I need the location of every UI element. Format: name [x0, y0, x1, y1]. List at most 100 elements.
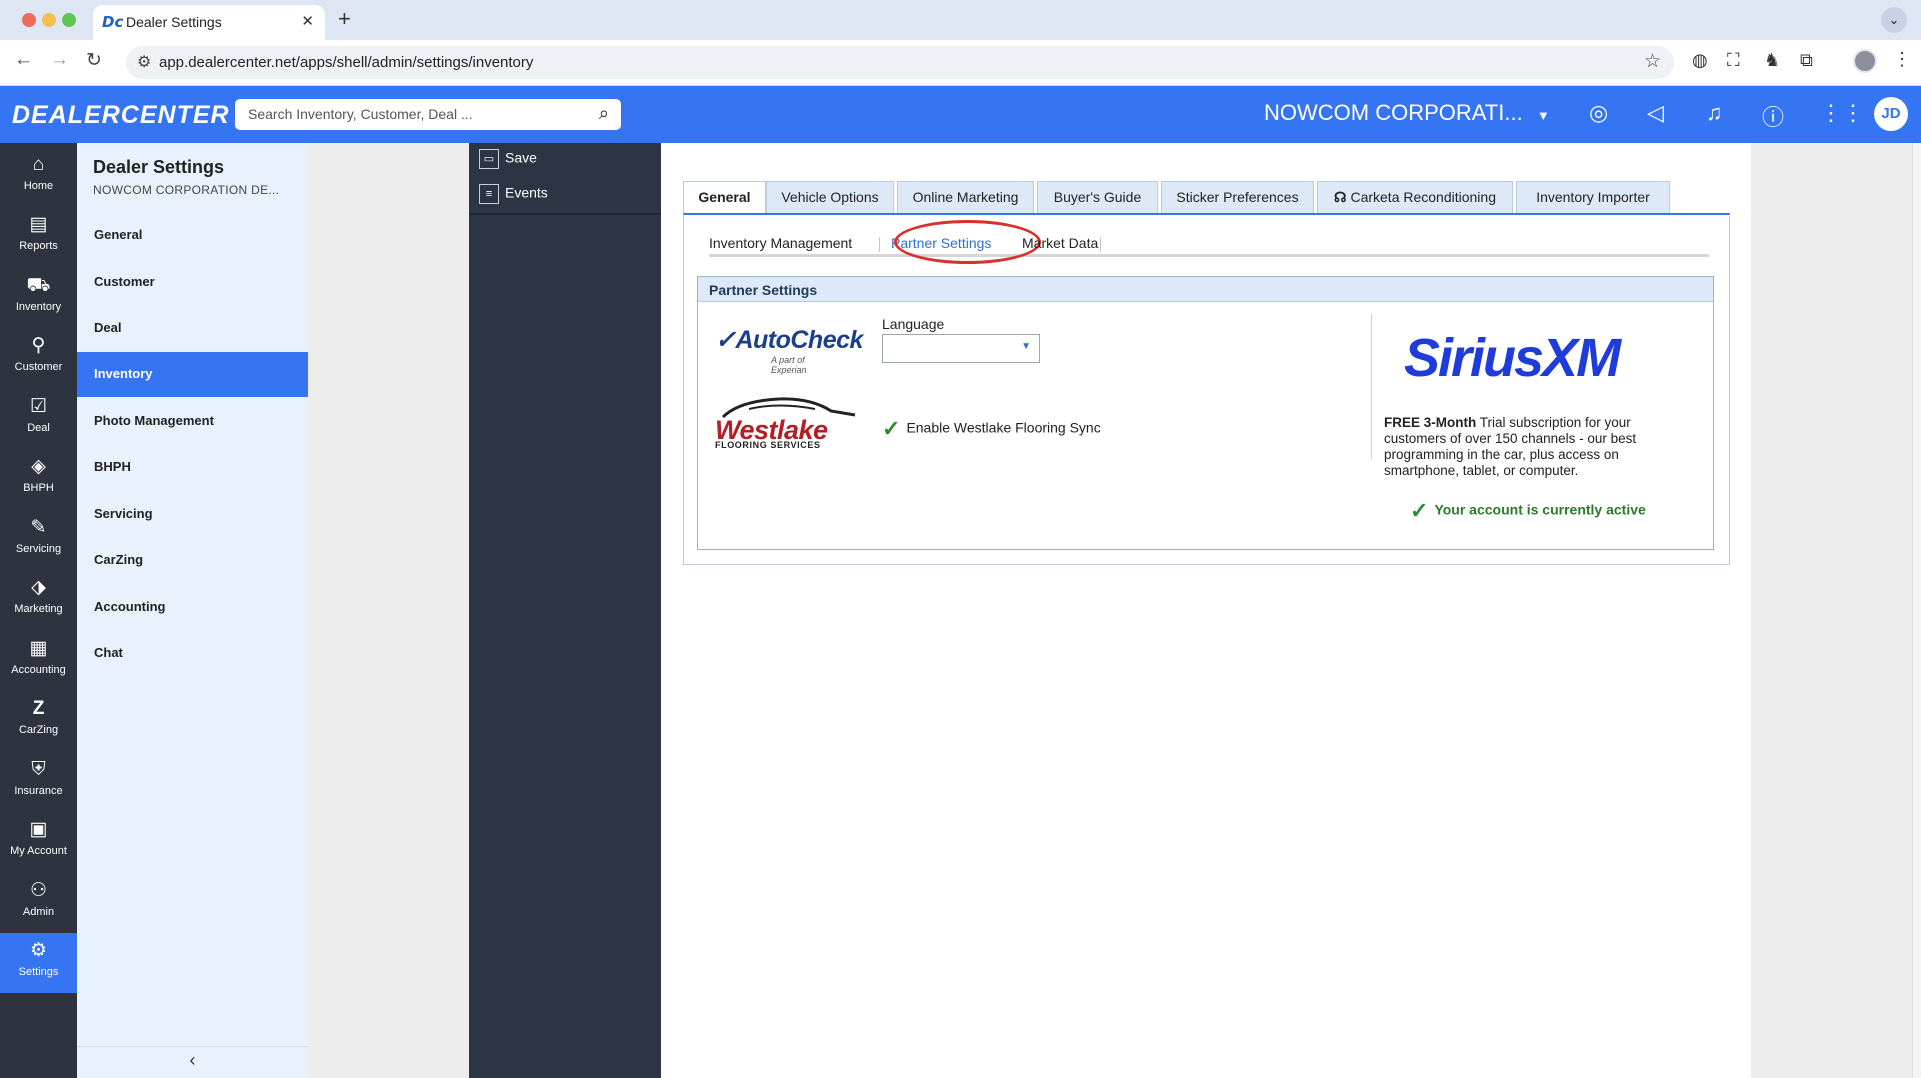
- chat-icon[interactable]: ◎: [1589, 100, 1608, 126]
- westlake-sync-checkbox[interactable]: ✓ Enable Westlake Flooring Sync: [882, 416, 1101, 442]
- toolbar-divider: [469, 213, 661, 215]
- company-name: NOWCOM CORPORATI...: [1264, 100, 1523, 125]
- westlake-logo-subtext: FLOORING SERVICES: [715, 440, 821, 450]
- partner-settings-header: Partner Settings: [698, 277, 1713, 302]
- nav-reports[interactable]: ▤ Reports: [0, 207, 77, 267]
- address-bar: ← → ↻ ⚙ app.dealercenter.net/apps/shell/…: [0, 40, 1921, 86]
- settings-item-carzing[interactable]: CarZing: [77, 538, 308, 583]
- subtab-inventory-management[interactable]: Inventory Management: [709, 235, 852, 251]
- minimize-window-button[interactable]: [42, 13, 56, 27]
- tab-buyers-guide[interactable]: Buyer's Guide: [1037, 181, 1158, 213]
- settings-item-servicing[interactable]: Servicing: [77, 492, 308, 537]
- company-selector[interactable]: NOWCOM CORPORATI... ▼: [1264, 100, 1550, 126]
- nav-admin-label: Admin: [22, 906, 55, 918]
- bhph-icon: ◈: [31, 456, 46, 477]
- reload-icon[interactable]: ↻: [86, 49, 102, 72]
- nav-marketing[interactable]: ⬗ Marketing: [0, 570, 77, 630]
- browser-menu-icon[interactable]: ⋮: [1893, 49, 1911, 70]
- settings-item-accounting[interactable]: Accounting: [77, 585, 308, 630]
- tab-carketa-label: Carketa Reconditioning: [1350, 189, 1496, 205]
- settings-item-deal[interactable]: Deal: [77, 306, 308, 351]
- nav-bhph[interactable]: ◈ BHPH: [0, 449, 77, 509]
- siriusxm-offer-bold: FREE 3-Month: [1384, 415, 1477, 430]
- wrench-icon: ✎: [30, 517, 47, 538]
- person-icon: ⚲: [31, 335, 46, 356]
- global-search-input[interactable]: [246, 105, 576, 123]
- profile-avatar[interactable]: [1853, 49, 1877, 73]
- site-info-icon[interactable]: ⚙: [137, 52, 151, 72]
- main-content: General Vehicle Options Online Marketing…: [661, 143, 1751, 1078]
- settings-sidebar-title: Dealer Settings: [93, 157, 225, 177]
- subtab-separator: [1100, 237, 1101, 252]
- page-scrollbar[interactable]: [1912, 143, 1921, 1078]
- announcement-icon[interactable]: ◁: [1647, 100, 1664, 126]
- browser-tab-strip: Dc Dealer Settings ✕ + ⌄: [0, 0, 1921, 40]
- new-tab-icon[interactable]: +: [338, 6, 351, 32]
- settings-item-bhph[interactable]: BHPH: [77, 445, 308, 490]
- bell-icon[interactable]: ♫: [1706, 100, 1723, 126]
- nav-carzing[interactable]: Z CarZing: [0, 691, 77, 751]
- apps-grid-icon[interactable]: ⋮⋮: [1820, 100, 1864, 126]
- save-button[interactable]: ▭ Save: [479, 149, 537, 181]
- tab-inventory-importer[interactable]: Inventory Importer: [1516, 181, 1670, 213]
- nav-insurance[interactable]: ⛨ Insurance: [0, 752, 77, 812]
- global-search[interactable]: ⌕: [235, 99, 621, 130]
- reports-icon: ▤: [29, 214, 48, 235]
- nav-deal-label: Deal: [27, 422, 50, 434]
- subtab-market-data[interactable]: Market Data: [1022, 235, 1098, 251]
- close-tab-icon[interactable]: ✕: [301, 12, 314, 30]
- screenshot-extension-icon[interactable]: ⛶: [1727, 50, 1740, 71]
- subtab-separator: [879, 237, 880, 252]
- tab-general[interactable]: General: [683, 181, 766, 214]
- checkmark-icon: ✓: [882, 416, 901, 441]
- forward-arrow-icon[interactable]: →: [50, 49, 69, 71]
- nav-admin[interactable]: ⚇ Admin: [0, 873, 77, 933]
- password-extension-icon[interactable]: ◍: [1692, 50, 1708, 71]
- gutter-right: [1751, 143, 1921, 1078]
- puzzle-extensions-icon[interactable]: ⧉: [1800, 50, 1813, 71]
- nav-settings[interactable]: ⚙ Settings: [0, 933, 77, 993]
- settings-item-inventory[interactable]: Inventory: [77, 352, 308, 397]
- nav-my-account[interactable]: ▣ My Account: [0, 812, 77, 872]
- settings-item-photo-management[interactable]: Photo Management: [77, 399, 308, 444]
- search-icon[interactable]: ⌕: [599, 103, 609, 124]
- collapse-sidebar-chevron-icon[interactable]: ‹: [77, 1046, 308, 1078]
- bookmark-star-icon[interactable]: ☆: [1644, 50, 1661, 73]
- nav-accounting[interactable]: ▦ Accounting: [0, 631, 77, 691]
- shield-icon: ⛨: [31, 759, 46, 780]
- save-label: Save: [505, 149, 537, 166]
- back-arrow-icon[interactable]: ←: [14, 49, 33, 71]
- actions-toolbar: ▭ Save ≡ Events: [469, 143, 661, 1078]
- nav-customer[interactable]: ⚲ Customer: [0, 328, 77, 388]
- extension-icon[interactable]: ♞: [1764, 50, 1780, 71]
- language-select[interactable]: ▼: [882, 334, 1040, 363]
- westlake-sync-label: Enable Westlake Flooring Sync: [906, 419, 1101, 436]
- help-icon[interactable]: ⓘ: [1762, 100, 1784, 132]
- tab-carketa-reconditioning[interactable]: ☊ Carketa Reconditioning: [1317, 181, 1513, 213]
- browser-tab[interactable]: Dc Dealer Settings ✕: [93, 5, 325, 40]
- nav-deal[interactable]: ☑ Deal: [0, 389, 77, 449]
- deal-icon: ☑: [29, 396, 48, 417]
- events-button[interactable]: ≡ Events: [479, 184, 548, 216]
- autocheck-logo-text: AutoCheck: [735, 326, 863, 354]
- settings-item-customer[interactable]: Customer: [77, 260, 308, 305]
- browser-tab-title: Dealer Settings: [126, 14, 222, 30]
- nav-marketing-label: Marketing: [14, 603, 63, 615]
- close-window-button[interactable]: [22, 13, 36, 27]
- calculator-icon: ▦: [29, 638, 48, 659]
- settings-item-chat[interactable]: Chat: [77, 631, 308, 676]
- tab-sticker-preferences[interactable]: Sticker Preferences: [1161, 181, 1314, 213]
- maximize-window-button[interactable]: [62, 13, 76, 27]
- user-avatar[interactable]: JD: [1874, 97, 1908, 131]
- nav-bhph-label: BHPH: [23, 482, 54, 494]
- tab-search-chevron-icon[interactable]: ⌄: [1881, 7, 1907, 33]
- home-icon: ⌂: [32, 154, 45, 175]
- settings-item-general[interactable]: General: [77, 213, 308, 258]
- nav-servicing[interactable]: ✎ Servicing: [0, 510, 77, 570]
- dealercenter-logo[interactable]: DEALERCENTER: [12, 101, 230, 130]
- nav-inventory[interactable]: ⛟ Inventory: [0, 268, 77, 328]
- url-field[interactable]: ⚙ app.dealercenter.net/apps/shell/admin/…: [126, 46, 1674, 79]
- tab-vehicle-options[interactable]: Vehicle Options: [766, 181, 894, 213]
- tab-online-marketing[interactable]: Online Marketing: [897, 181, 1034, 213]
- nav-home[interactable]: ⌂ Home: [0, 147, 77, 207]
